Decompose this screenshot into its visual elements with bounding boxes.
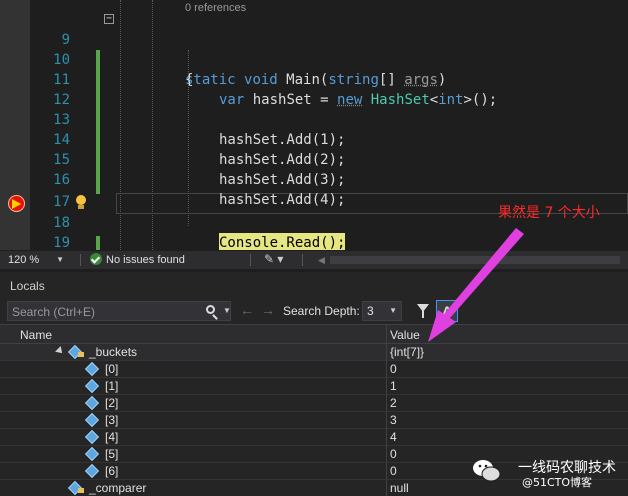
table-row[interactable]: [3] 3 [0, 412, 628, 429]
check-circle-icon [90, 253, 102, 265]
table-row[interactable]: [0] 0 [0, 361, 628, 378]
horizontal-scrollbar[interactable] [330, 256, 620, 264]
chevron-down-icon[interactable]: ▼ [223, 306, 231, 315]
search-previous-icon[interactable]: ← [240, 302, 254, 318]
element-icon [84, 412, 100, 428]
issues-indicator[interactable]: No issues found [90, 251, 185, 269]
wechat-logo-icon [473, 460, 501, 482]
annotation-text: 果然是 7 个大小 [498, 205, 600, 221]
element-icon [84, 429, 100, 445]
column-splitter [386, 463, 387, 480]
table-row[interactable]: _buckets {int[7]} [0, 344, 628, 361]
variable-value[interactable]: 0 [390, 447, 397, 461]
match-case-button[interactable]: A [436, 300, 458, 322]
search-icon[interactable] [206, 305, 215, 314]
search-depth-value: 3 [367, 304, 374, 318]
code-line: 12 [0, 70, 628, 108]
variable-value[interactable]: null [390, 481, 409, 495]
code-line: 15 hashSet.Add(3); [0, 130, 628, 188]
column-splitter[interactable] [386, 325, 387, 345]
watermark-text: @51CTO博客 [522, 476, 593, 489]
window-title: Locals [10, 279, 45, 293]
code-line: 10 { [0, 30, 628, 88]
search-depth-label: Search Depth: [283, 304, 360, 318]
column-splitter [386, 480, 387, 496]
watermark: 一线码农聊技术 @51CTO博客 [472, 456, 628, 496]
element-icon [84, 395, 100, 411]
table-row[interactable]: [2] 2 [0, 395, 628, 412]
code-line: 9 0 references static void Main(string[]… [0, 2, 628, 88]
column-splitter [386, 361, 387, 378]
variable-value[interactable]: 0 [390, 464, 397, 478]
column-splitter [386, 344, 387, 361]
search-depth-select[interactable]: 3 ▼ [362, 301, 402, 321]
variable-name: _buckets [89, 345, 138, 359]
filter-icon[interactable] [417, 304, 429, 318]
codelens-references[interactable]: 0 references [185, 0, 246, 18]
element-icon [84, 378, 100, 394]
element-icon [84, 463, 100, 479]
variable-value[interactable]: 4 [390, 430, 397, 444]
variable-name: [1] [105, 379, 119, 393]
search-next-icon[interactable]: → [261, 302, 275, 318]
code-line: 11 var hashSet = new HashSet<int>(); [0, 50, 628, 108]
code-line: 14 hashSet.Add(2); [0, 110, 628, 168]
element-icon [84, 361, 100, 377]
variable-name: [3] [105, 413, 119, 427]
column-splitter [386, 429, 387, 446]
column-splitter [386, 378, 387, 395]
lightbulb-icon[interactable] [75, 195, 87, 209]
element-icon [84, 446, 100, 462]
separator [302, 254, 303, 266]
table-row[interactable]: [1] 1 [0, 378, 628, 395]
variable-name: [5] [105, 447, 119, 461]
variable-name: [4] [105, 430, 119, 444]
variable-value[interactable]: 3 [390, 413, 397, 427]
column-header-name[interactable]: Name [20, 328, 52, 342]
variable-value[interactable]: 1 [390, 379, 397, 393]
column-splitter [386, 395, 387, 412]
scroll-left-icon[interactable]: ◀ [318, 251, 325, 269]
column-header-value[interactable]: Value [390, 328, 420, 342]
code-line: 16 hashSet.Add(4); [0, 150, 628, 208]
zoom-select[interactable]: 120 % ▼ [4, 251, 66, 269]
execution-arrow-icon [12, 199, 21, 209]
variable-name: [6] [105, 464, 119, 478]
issues-text: No issues found [106, 254, 185, 266]
table-row[interactable]: [4] 4 [0, 429, 628, 446]
variable-name: [2] [105, 396, 119, 410]
chevron-down-icon: ▼ [56, 255, 64, 264]
variable-value[interactable]: 2 [390, 396, 397, 410]
variable-value[interactable]: {int[7]} [390, 345, 424, 359]
grid-header: Name Value [0, 324, 628, 345]
lock-icon [78, 352, 84, 357]
code-line: 13 hashSet.Add(1); [0, 90, 628, 148]
zoom-level: 120 % [8, 254, 40, 266]
chevron-down-icon: ▼ [389, 306, 397, 315]
search-box[interactable]: ▼ [7, 301, 231, 321]
code-line: 17 [0, 172, 628, 210]
lock-icon [78, 488, 84, 493]
code-cleanup-icon[interactable]: ✎ ▾ [264, 252, 283, 266]
search-input[interactable] [12, 304, 202, 319]
breakpoint-current-icon[interactable] [8, 195, 25, 212]
separator [80, 254, 81, 266]
variable-value[interactable]: 0 [390, 362, 397, 376]
editor-status-strip: 120 % ▼ No issues found ✎ ▾ ◀ [0, 251, 628, 269]
variable-name: _comparer [89, 481, 147, 495]
locals-toolbar: ▼ ← → Search Depth: 3▼ A [0, 300, 628, 324]
separator [250, 254, 251, 266]
column-splitter [386, 446, 387, 463]
code-line: 20 } [0, 234, 628, 250]
column-splitter [386, 412, 387, 429]
collapse-triangle-icon[interactable] [55, 346, 65, 356]
variable-name: [0] [105, 362, 119, 376]
